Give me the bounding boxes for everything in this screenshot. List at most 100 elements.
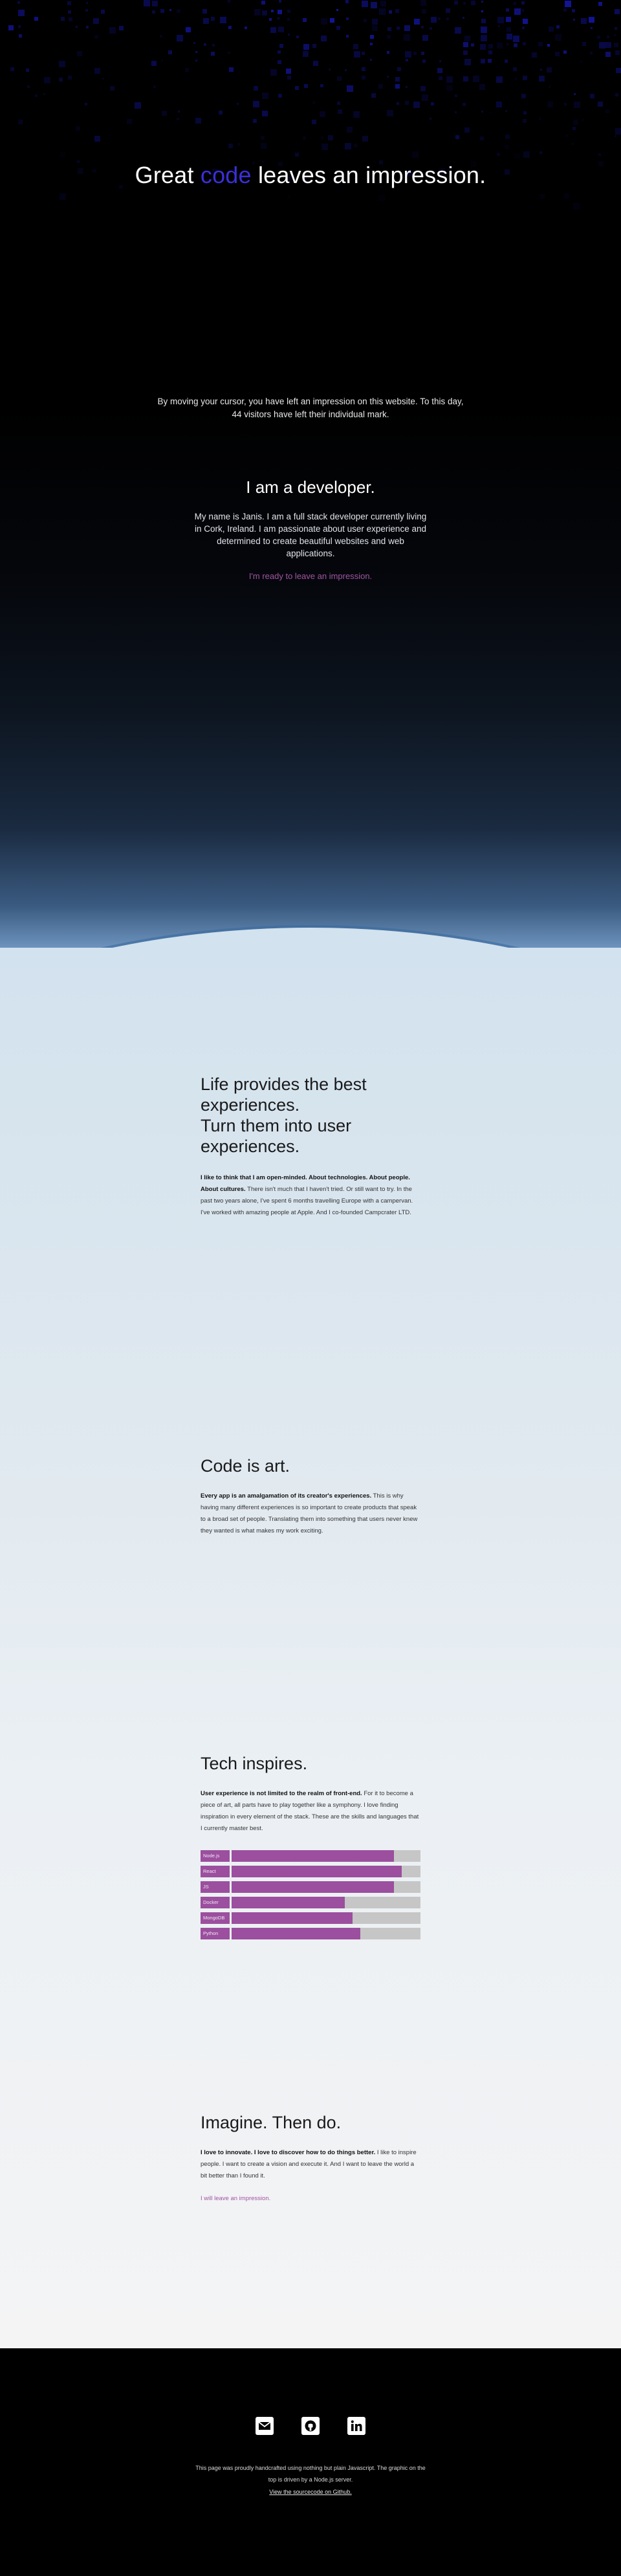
impression-pixel	[454, 1, 458, 5]
impression-pixel	[278, 50, 281, 54]
skill-row: React	[201, 1866, 420, 1877]
impression-pixel	[406, 86, 408, 88]
impression-pixel	[505, 135, 510, 139]
impression-pixel	[614, 43, 618, 47]
impression-pixel	[521, 1, 525, 5]
impression-pixel	[455, 135, 459, 139]
impression-pixel	[616, 68, 621, 73]
impression-pixel	[195, 51, 197, 53]
impression-pixel	[68, 10, 71, 14]
skill-label: JS	[201, 1881, 230, 1893]
impression-pixel	[430, 118, 431, 120]
impression-pixel	[43, 93, 45, 95]
github-icon[interactable]	[301, 2417, 320, 2435]
impression-pixel	[336, 26, 340, 30]
impression-pixel	[109, 27, 116, 34]
impression-pixel	[269, 18, 272, 21]
impression-pixel	[481, 19, 486, 23]
impression-pixel	[539, 151, 542, 154]
impression-pixel	[229, 67, 234, 72]
impression-pixel	[237, 143, 240, 146]
impression-pixel	[354, 144, 358, 147]
impression-pixel	[347, 127, 353, 133]
impression-pixel	[439, 60, 441, 62]
impression-pixel	[346, 17, 349, 20]
impression-pixel	[505, 110, 507, 112]
developer-block: I am a developer. My name is Janis. I am…	[194, 477, 427, 582]
impression-pixel	[437, 68, 442, 73]
impression-pixel	[220, 17, 226, 23]
impression-pixel	[538, 42, 543, 47]
impression-pixel	[507, 34, 512, 39]
impression-pixel	[237, 103, 239, 105]
impression-pixel	[69, 17, 72, 21]
art-lead: Every app is an amalgamation of its crea…	[201, 1492, 372, 1500]
impression-pixel	[254, 9, 261, 16]
impression-pixel	[455, 27, 461, 34]
impression-pixel	[565, 1, 571, 7]
impression-pixel	[555, 34, 561, 41]
impression-pixel	[67, 1, 71, 5]
impression-pixel	[615, 9, 620, 14]
impression-pixel	[279, 44, 283, 48]
impression-pixel	[464, 36, 470, 41]
impression-pixel	[488, 44, 493, 49]
impression-pixel	[18, 10, 25, 16]
impression-pixel	[496, 102, 502, 107]
impression-pixel	[169, 9, 171, 11]
impression-pixel	[582, 42, 586, 46]
content-section: Life provides the best experiences. Turn…	[0, 948, 621, 2348]
tech-title: Tech inspires.	[201, 1754, 308, 1773]
impression-pixel	[563, 50, 567, 54]
impression-pixel	[270, 27, 276, 33]
impression-pixel	[278, 94, 282, 98]
sourcecode-link[interactable]: View the sourcecode on Github.	[269, 2489, 351, 2495]
impression-pixel	[61, 17, 65, 21]
impression-pixel	[414, 19, 420, 25]
leave-impression-cta[interactable]: I will leave an impression.	[201, 2195, 270, 2202]
impression-pixel	[354, 51, 360, 58]
impression-pixel	[514, 153, 520, 159]
impression-pixel	[177, 35, 183, 41]
impression-pixel	[286, 69, 291, 74]
impression-pixel	[152, 1, 158, 6]
impression-pixel	[119, 26, 124, 30]
impression-pixel	[549, 85, 551, 88]
impression-pixel	[371, 2, 377, 8]
impression-pixel	[563, 8, 567, 12]
impression-pixel	[279, 0, 281, 3]
tech-section: Tech inspires. User experience is not li…	[201, 1753, 420, 1943]
impression-pixel	[219, 111, 223, 115]
impression-pixel	[446, 85, 453, 91]
impression-pixel	[18, 120, 23, 124]
mail-icon[interactable]	[256, 2417, 274, 2435]
skill-label: Docker	[201, 1897, 230, 1908]
linkedin-icon[interactable]	[347, 2417, 365, 2435]
impression-pixel	[203, 18, 209, 24]
skill-fill	[232, 1881, 395, 1893]
impression-pixel	[370, 59, 372, 61]
impression-pixel	[362, 52, 365, 55]
impression-pixel	[253, 119, 257, 123]
impression-pixel	[471, 43, 474, 47]
impression-pixel	[370, 35, 374, 39]
impression-pixel	[395, 77, 400, 82]
developer-text: My name is Janis. I am a full stack deve…	[194, 512, 427, 558]
impression-pixel	[303, 51, 309, 57]
art-text: Every app is an amalgamation of its crea…	[201, 1490, 420, 1537]
skill-label: Python	[201, 1928, 230, 1939]
impression-pixel	[514, 8, 521, 15]
skill-track	[232, 1881, 420, 1893]
leave-impression-link[interactable]: I'm ready to leave an impression.	[249, 571, 372, 581]
impression-pixel	[422, 94, 428, 101]
impression-pixel-field[interactable]	[0, 0, 621, 233]
impression-pixel	[464, 127, 470, 133]
impression-pixel	[313, 61, 318, 66]
impression-pixel	[76, 26, 78, 28]
impression-pixel	[362, 1, 368, 7]
impression-pixel	[615, 27, 617, 30]
impression-pixel	[337, 102, 340, 105]
impression-pixel	[481, 35, 487, 41]
impression-pixel	[397, 102, 399, 105]
developer-title: I am a developer.	[246, 477, 375, 497]
